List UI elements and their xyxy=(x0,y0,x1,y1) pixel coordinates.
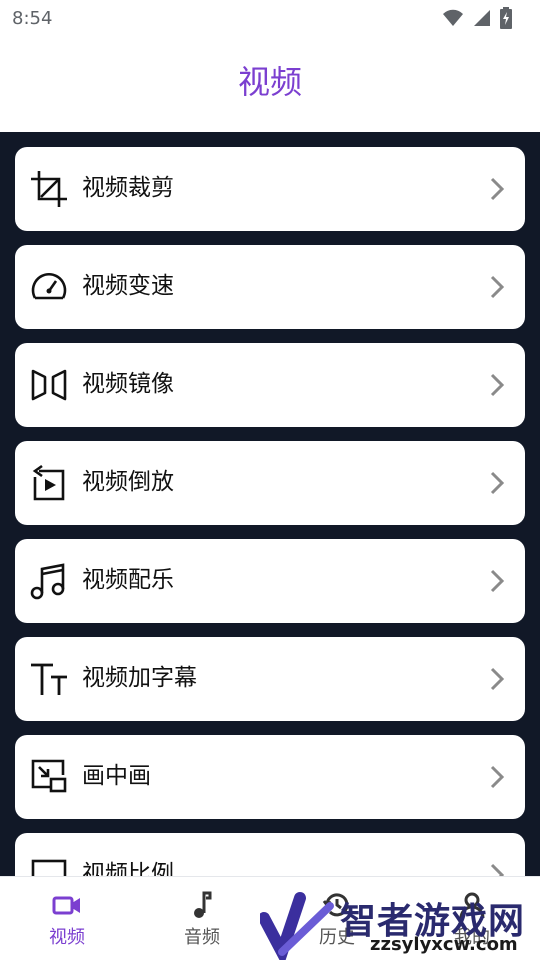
menu-item-picture-in-picture[interactable]: 画中画 xyxy=(15,735,525,819)
speedometer-icon xyxy=(31,272,67,300)
status-icons xyxy=(442,7,512,29)
chevron-right-icon xyxy=(490,667,505,691)
status-bar: 8:54 xyxy=(0,0,540,36)
watermark-url: zzsylyxcw.com xyxy=(370,934,518,955)
menu-item-video-music[interactable]: 视频配乐 xyxy=(15,539,525,623)
chevron-right-icon xyxy=(490,569,505,593)
music-note-icon xyxy=(194,891,212,918)
watermark-logo: 智者游戏网 zzsylyxcw.com xyxy=(260,888,540,960)
aspect-ratio-icon xyxy=(31,859,67,876)
battery-icon xyxy=(500,7,512,29)
menu-item-label: 画中画 xyxy=(82,763,151,789)
crop-icon xyxy=(31,171,67,207)
chevron-right-icon xyxy=(490,275,505,299)
menu-item-label: 视频镜像 xyxy=(82,371,174,397)
menu-item-video-speed[interactable]: 视频变速 xyxy=(15,245,525,329)
nav-tab-label: 视频 xyxy=(49,927,85,948)
menu-item-label: 视频比例 xyxy=(82,861,174,876)
menu-item-label: 视频倒放 xyxy=(82,469,174,495)
watermark-mark-icon xyxy=(260,892,334,960)
picture-in-picture-icon xyxy=(31,759,67,793)
page-title: 视频 xyxy=(237,63,302,101)
menu-item-label: 视频裁剪 xyxy=(82,175,174,201)
chevron-right-icon xyxy=(490,471,505,495)
menu-item-label: 视频配乐 xyxy=(82,567,174,593)
chevron-right-icon xyxy=(490,177,505,201)
menu-item-video-subtitles[interactable]: 视频加字幕 xyxy=(15,637,525,721)
cellular-signal-icon xyxy=(474,10,490,26)
menu-item-video-reverse[interactable]: 视频倒放 xyxy=(15,441,525,525)
nav-tab-video[interactable]: 视频 xyxy=(22,889,112,949)
menu-item-label: 视频变速 xyxy=(82,273,174,299)
reverse-play-icon xyxy=(32,464,65,501)
menu-item-video-mirror[interactable]: 视频镜像 xyxy=(15,343,525,427)
music-note-icon xyxy=(30,563,65,600)
chevron-right-icon xyxy=(490,765,505,789)
app-header: 视频 xyxy=(0,36,540,132)
menu-item-video-aspect-ratio[interactable]: 视频比例 xyxy=(15,833,525,876)
feature-list: 视频裁剪 视频变速 视频镜像 视频倒放 视频配乐 视频加字幕 画中画 视频比例 xyxy=(0,132,540,876)
mirror-icon xyxy=(31,369,67,401)
wifi-icon xyxy=(443,9,463,26)
nav-tab-audio[interactable]: 音频 xyxy=(157,889,247,949)
status-time: 8:54 xyxy=(12,8,53,29)
video-camera-icon xyxy=(52,896,80,915)
menu-item-label: 视频加字幕 xyxy=(82,665,197,691)
chevron-right-icon xyxy=(490,373,505,397)
text-size-icon xyxy=(31,663,67,695)
nav-tab-label: 音频 xyxy=(184,927,220,948)
chevron-right-icon xyxy=(490,863,505,876)
menu-item-video-crop[interactable]: 视频裁剪 xyxy=(15,147,525,231)
